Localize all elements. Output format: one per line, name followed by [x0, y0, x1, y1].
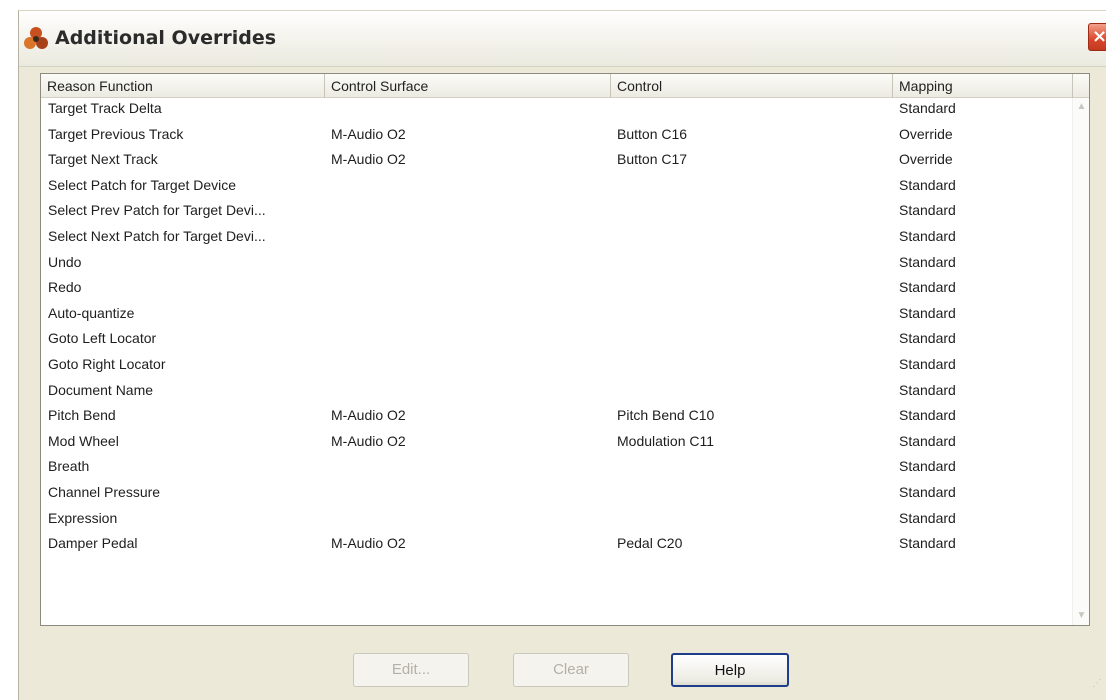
table-row[interactable]: Goto Right Locator Standard: [41, 354, 1072, 380]
cell-mapping: Standard: [899, 304, 956, 321]
cell-mapping: Override: [899, 151, 953, 168]
cell-reason-function: Goto Right Locator: [48, 356, 166, 372]
close-button[interactable]: ×: [1088, 23, 1106, 51]
table-row[interactable]: Document Name Standard: [41, 380, 1072, 406]
cell-reason-function: Target Previous Track: [48, 125, 184, 142]
cell-reason-function: Document Name: [48, 381, 154, 398]
cell-reason-function: Select Prev Patch for Target Devi...: [48, 202, 266, 219]
cell-reason-function: Select Patch for Target Device: [48, 176, 237, 193]
cell-reason-function: Target Track Delta: [48, 100, 162, 116]
cell-mapping: Standard: [899, 458, 956, 475]
cell-mapping: Standard: [899, 279, 956, 296]
list-body: Target Track Delta Standard Target Previou…: [41, 98, 1072, 625]
cell-reason-function: Select Next Patch for Target Devi...: [48, 228, 266, 244]
table-row[interactable]: Breath Standard: [41, 456, 1072, 482]
column-header-control[interactable]: Control: [611, 74, 893, 98]
table-row[interactable]: Pitch Bend M-Audio O2 Pitch Bend C10 Standa…: [41, 405, 1072, 431]
cell-mapping: Standard: [899, 330, 956, 347]
table-row[interactable]: Select Patch for Target Device Standard: [41, 175, 1072, 201]
scroll-up-icon[interactable]: ▲: [1075, 100, 1088, 114]
cell-mapping: Standard: [899, 484, 956, 500]
table-row[interactable]: Redo Standard: [41, 277, 1072, 303]
column-header-mapping[interactable]: Mapping: [893, 74, 1073, 98]
cell-mapping: Standard: [899, 100, 956, 116]
cell-control-surface: M-Audio O2: [331, 407, 406, 424]
reason-app-icon: [24, 27, 48, 49]
cell-mapping: Standard: [899, 253, 956, 270]
vertical-scrollbar[interactable]: ▲ ▼: [1072, 98, 1089, 625]
table-row[interactable]: Damper Pedal M-Audio O2 Pedal C20 Standard: [41, 533, 1072, 559]
cell-reason-function: Expression: [48, 509, 118, 526]
table-row[interactable]: Undo Standard: [41, 252, 1072, 278]
table-row[interactable]: Select Prev Patch for Target Devi... Stan…: [41, 200, 1072, 226]
list-header: Reason Function Control Surface Control …: [41, 74, 1089, 98]
cell-mapping: Standard: [899, 228, 956, 244]
cell-mapping: Standard: [899, 535, 956, 552]
cell-reason-function: Pitch Bend: [48, 407, 116, 424]
cell-control: Modulation C11: [617, 432, 715, 449]
cell-reason-function: Goto Left Locator: [48, 330, 157, 347]
size-grip-icon[interactable]: ⋰: [1092, 678, 1104, 690]
clear-button[interactable]: Clear: [513, 653, 629, 687]
column-header-reason-function[interactable]: Reason Function: [41, 74, 325, 98]
cell-mapping: Override: [899, 125, 953, 142]
table-row[interactable]: Target Track Delta Standard: [41, 98, 1072, 124]
title-bar[interactable]: Additional Overrides ×: [19, 11, 1106, 67]
cell-control-surface: M-Audio O2: [331, 125, 406, 142]
table-row[interactable]: Mod Wheel M-Audio O2 Modulation C11 Standar…: [41, 431, 1072, 457]
scroll-down-icon[interactable]: ▼: [1075, 609, 1088, 623]
cell-mapping: Standard: [899, 432, 956, 449]
cell-reason-function: Undo: [48, 253, 82, 270]
overrides-list[interactable]: Reason Function Control Surface Control …: [40, 73, 1090, 626]
edit-button[interactable]: Edit...: [353, 653, 469, 687]
cell-control: Button C16: [617, 125, 688, 142]
cell-control-surface: M-Audio O2: [331, 151, 406, 168]
cell-mapping: Standard: [899, 356, 956, 372]
cell-control: Pedal C20: [617, 535, 683, 552]
cell-reason-function: Breath: [48, 458, 90, 475]
cell-mapping: Standard: [899, 381, 956, 398]
column-header-control-surface[interactable]: Control Surface: [325, 74, 611, 98]
cell-mapping: Standard: [899, 176, 956, 193]
table-row[interactable]: Expression Standard: [41, 508, 1072, 534]
cell-reason-function: Target Next Track: [48, 151, 158, 168]
cell-mapping: Standard: [899, 509, 956, 526]
table-row[interactable]: Target Previous Track M-Audio O2 Button C1…: [41, 124, 1072, 150]
cell-reason-function: Channel Pressure: [48, 484, 161, 500]
table-row[interactable]: Select Next Patch for Target Devi... Stan…: [41, 226, 1072, 252]
cell-control-surface: M-Audio O2: [331, 432, 406, 449]
table-row[interactable]: Auto-quantize Standard: [41, 303, 1072, 329]
cell-control: Button C17: [617, 151, 688, 168]
help-button[interactable]: Help: [671, 653, 789, 687]
table-row[interactable]: Target Next Track M-Audio O2 Button C17 Ove…: [41, 149, 1072, 175]
cell-reason-function: Redo: [48, 279, 82, 296]
close-icon: ×: [1091, 26, 1106, 47]
cell-reason-function: Damper Pedal: [48, 535, 138, 552]
cell-control: Pitch Bend C10: [617, 407, 715, 424]
cell-control-surface: M-Audio O2: [331, 535, 406, 552]
additional-overrides-dialog: Additional Overrides × Reason Function C…: [18, 10, 1106, 700]
cell-reason-function: Auto-quantize: [48, 304, 135, 321]
dialog-title: Additional Overrides: [55, 27, 277, 49]
cell-mapping: Standard: [899, 202, 956, 219]
cell-reason-function: Mod Wheel: [48, 432, 119, 449]
table-row[interactable]: Channel Pressure Standard: [41, 482, 1072, 508]
cell-mapping: Standard: [899, 407, 956, 424]
table-row[interactable]: Goto Left Locator Standard: [41, 328, 1072, 354]
